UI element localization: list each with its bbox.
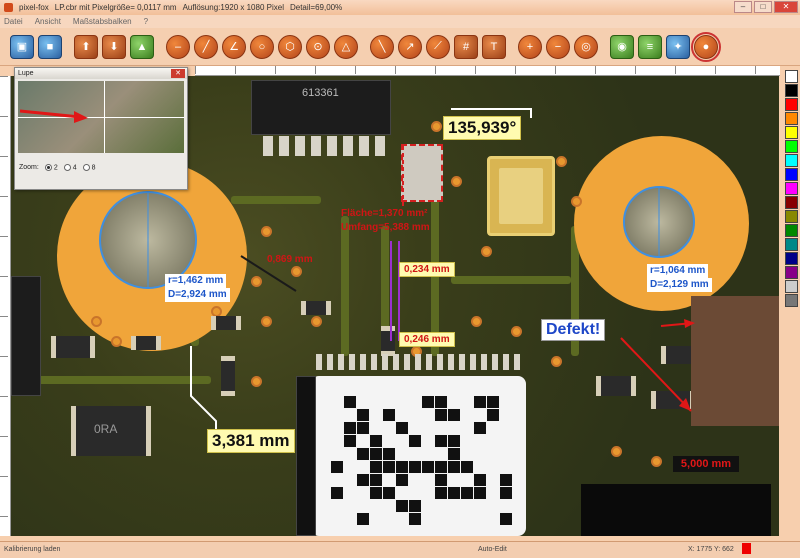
measure-area-icon[interactable]: ⬡ bbox=[278, 34, 302, 59]
measure-line-icon[interactable]: – bbox=[166, 34, 190, 59]
measure-angle-icon[interactable]: ∠ bbox=[222, 34, 246, 59]
magnifier-title: Lupe bbox=[18, 70, 34, 77]
zoom-fit-icon[interactable]: ◎ bbox=[574, 34, 598, 59]
palette-swatch[interactable] bbox=[785, 266, 798, 279]
count-icon[interactable]: ⊙ bbox=[306, 34, 330, 59]
zoom-label: Zoom: bbox=[19, 164, 39, 172]
defect-label[interactable]: Defekt! bbox=[541, 319, 606, 341]
distance-label-2[interactable]: 0,234 mm bbox=[399, 262, 455, 277]
perimeter-label[interactable]: Umfang=5,388 mm bbox=[341, 222, 430, 233]
layers-icon[interactable]: ≡ bbox=[638, 34, 662, 59]
line-icon[interactable]: ⟋ bbox=[426, 34, 450, 59]
arrow-icon[interactable]: ↗ bbox=[398, 34, 422, 59]
menu-help[interactable]: ? bbox=[144, 17, 148, 26]
circle-left-radius[interactable]: r=1,462 mm bbox=[165, 274, 227, 288]
distance-label-1[interactable]: 0,869 mm bbox=[267, 254, 313, 265]
settings-icon[interactable]: ✦ bbox=[666, 34, 690, 59]
grid-icon[interactable]: # bbox=[454, 34, 478, 59]
window-controls: – □ ✕ bbox=[734, 1, 798, 13]
resolution-info: Auflösung:1920 x 1080 Pixel bbox=[182, 3, 284, 12]
zoom-option-2[interactable]: 2 bbox=[44, 164, 58, 171]
palette-swatch[interactable] bbox=[785, 196, 798, 209]
circle-right-diameter[interactable]: D=2,129 mm bbox=[647, 278, 712, 292]
zoom-in-icon[interactable]: + bbox=[518, 34, 542, 59]
distance-label-3[interactable]: 0,246 mm bbox=[399, 332, 455, 347]
open-icon[interactable]: ▣ bbox=[10, 34, 34, 59]
menu-datei[interactable]: Datei bbox=[4, 17, 23, 26]
magnifier-icon[interactable]: ● bbox=[691, 31, 721, 62]
measure-polyline-icon[interactable]: ╱ bbox=[194, 34, 218, 59]
text-icon[interactable]: T bbox=[482, 34, 506, 59]
magnifier-window[interactable]: Lupe ✕ Zoom: 2 4 8 bbox=[14, 67, 188, 190]
palette-swatch[interactable] bbox=[785, 294, 798, 307]
info-panel bbox=[581, 484, 771, 536]
palette-swatch[interactable] bbox=[785, 182, 798, 195]
status-bar: Kalibrierung laden Auto-Edit X: 1775 Y: … bbox=[0, 541, 800, 558]
measure-circle-icon[interactable]: ○ bbox=[250, 34, 274, 59]
zoom-out-icon[interactable]: − bbox=[546, 34, 570, 59]
magnifier-title-bar[interactable]: Lupe ✕ bbox=[15, 68, 187, 79]
top-ruler bbox=[195, 66, 780, 76]
palette-swatch[interactable] bbox=[785, 210, 798, 223]
left-ruler bbox=[0, 76, 11, 536]
angle-label[interactable]: 135,939° bbox=[443, 116, 522, 140]
menu-ansicht[interactable]: Ansicht bbox=[35, 17, 61, 26]
palette-swatch[interactable] bbox=[785, 154, 798, 167]
maximize-button[interactable]: □ bbox=[754, 1, 772, 13]
palette-swatch[interactable] bbox=[785, 84, 798, 97]
calibrate-icon[interactable]: ▲ bbox=[130, 34, 154, 59]
zoom-option-8[interactable]: 8 bbox=[82, 164, 96, 171]
palette-swatch[interactable] bbox=[785, 238, 798, 251]
palette-swatch[interactable] bbox=[785, 140, 798, 153]
app-logo-icon bbox=[4, 3, 13, 12]
save-icon[interactable]: ■ bbox=[38, 34, 62, 59]
circle-left-diameter[interactable]: D=2,924 mm bbox=[165, 288, 230, 302]
ruler-icon[interactable]: △ bbox=[334, 34, 358, 59]
minimize-button[interactable]: – bbox=[734, 1, 752, 13]
title-bar: pixel-fox LP.cbr mit Pixelgröße= 0,0117 … bbox=[0, 0, 800, 15]
status-message: Kalibrierung laden bbox=[4, 546, 61, 553]
export-icon[interactable]: ⬇ bbox=[102, 34, 126, 59]
import-icon[interactable]: ⬆ bbox=[74, 34, 98, 59]
close-button[interactable]: ✕ bbox=[774, 1, 798, 13]
file-info: LP.cbr mit Pixelgröße= 0,0117 mm bbox=[54, 3, 177, 12]
status-coordinates: X: 1775 Y: 662 bbox=[688, 546, 734, 553]
detail-info: Detail=69,00% bbox=[289, 3, 343, 12]
palette-swatch[interactable] bbox=[785, 252, 798, 265]
palette-swatch[interactable] bbox=[785, 112, 798, 125]
palette-swatch[interactable] bbox=[785, 224, 798, 237]
camera-icon[interactable]: ◉ bbox=[610, 34, 634, 59]
magnifier-view bbox=[18, 81, 184, 153]
menu-bar: Datei Ansicht Maßstabsbalken ? bbox=[0, 15, 800, 28]
status-mode: Auto-Edit bbox=[478, 546, 507, 553]
distance-label-4[interactable]: 3,381 mm bbox=[207, 429, 295, 453]
menu-massstabsbalken[interactable]: Maßstabsbalken bbox=[73, 17, 132, 26]
zoom-options: Zoom: 2 4 8 bbox=[19, 164, 96, 171]
pixel-fox-window: pixel-fox LP.cbr mit Pixelgröße= 0,0117 … bbox=[0, 0, 800, 558]
magnifier-close-button[interactable]: ✕ bbox=[171, 69, 185, 78]
palette-swatch[interactable] bbox=[785, 98, 798, 111]
scale-bar[interactable]: 5,000 mm bbox=[673, 456, 739, 472]
palette-swatch[interactable] bbox=[785, 280, 798, 293]
palette-swatch[interactable] bbox=[785, 70, 798, 83]
color-palette bbox=[785, 70, 798, 307]
area-label[interactable]: Fläche=1,370 mm² bbox=[341, 208, 427, 219]
app-name: pixel-fox bbox=[19, 3, 49, 12]
palette-swatch[interactable] bbox=[785, 126, 798, 139]
status-color-swatch bbox=[742, 543, 751, 554]
toolbar: ▣ ■ ⬆ ⬇ ▲ – ╱ ∠ ○ ⬡ ⊙ △ ╲ ↗ ⟋ # T + − ◎ … bbox=[0, 28, 800, 66]
circle-right-radius[interactable]: r=1,064 mm bbox=[647, 264, 709, 278]
zoom-option-4[interactable]: 4 bbox=[63, 164, 77, 171]
palette-swatch[interactable] bbox=[785, 168, 798, 181]
pen-icon[interactable]: ╲ bbox=[370, 34, 394, 59]
